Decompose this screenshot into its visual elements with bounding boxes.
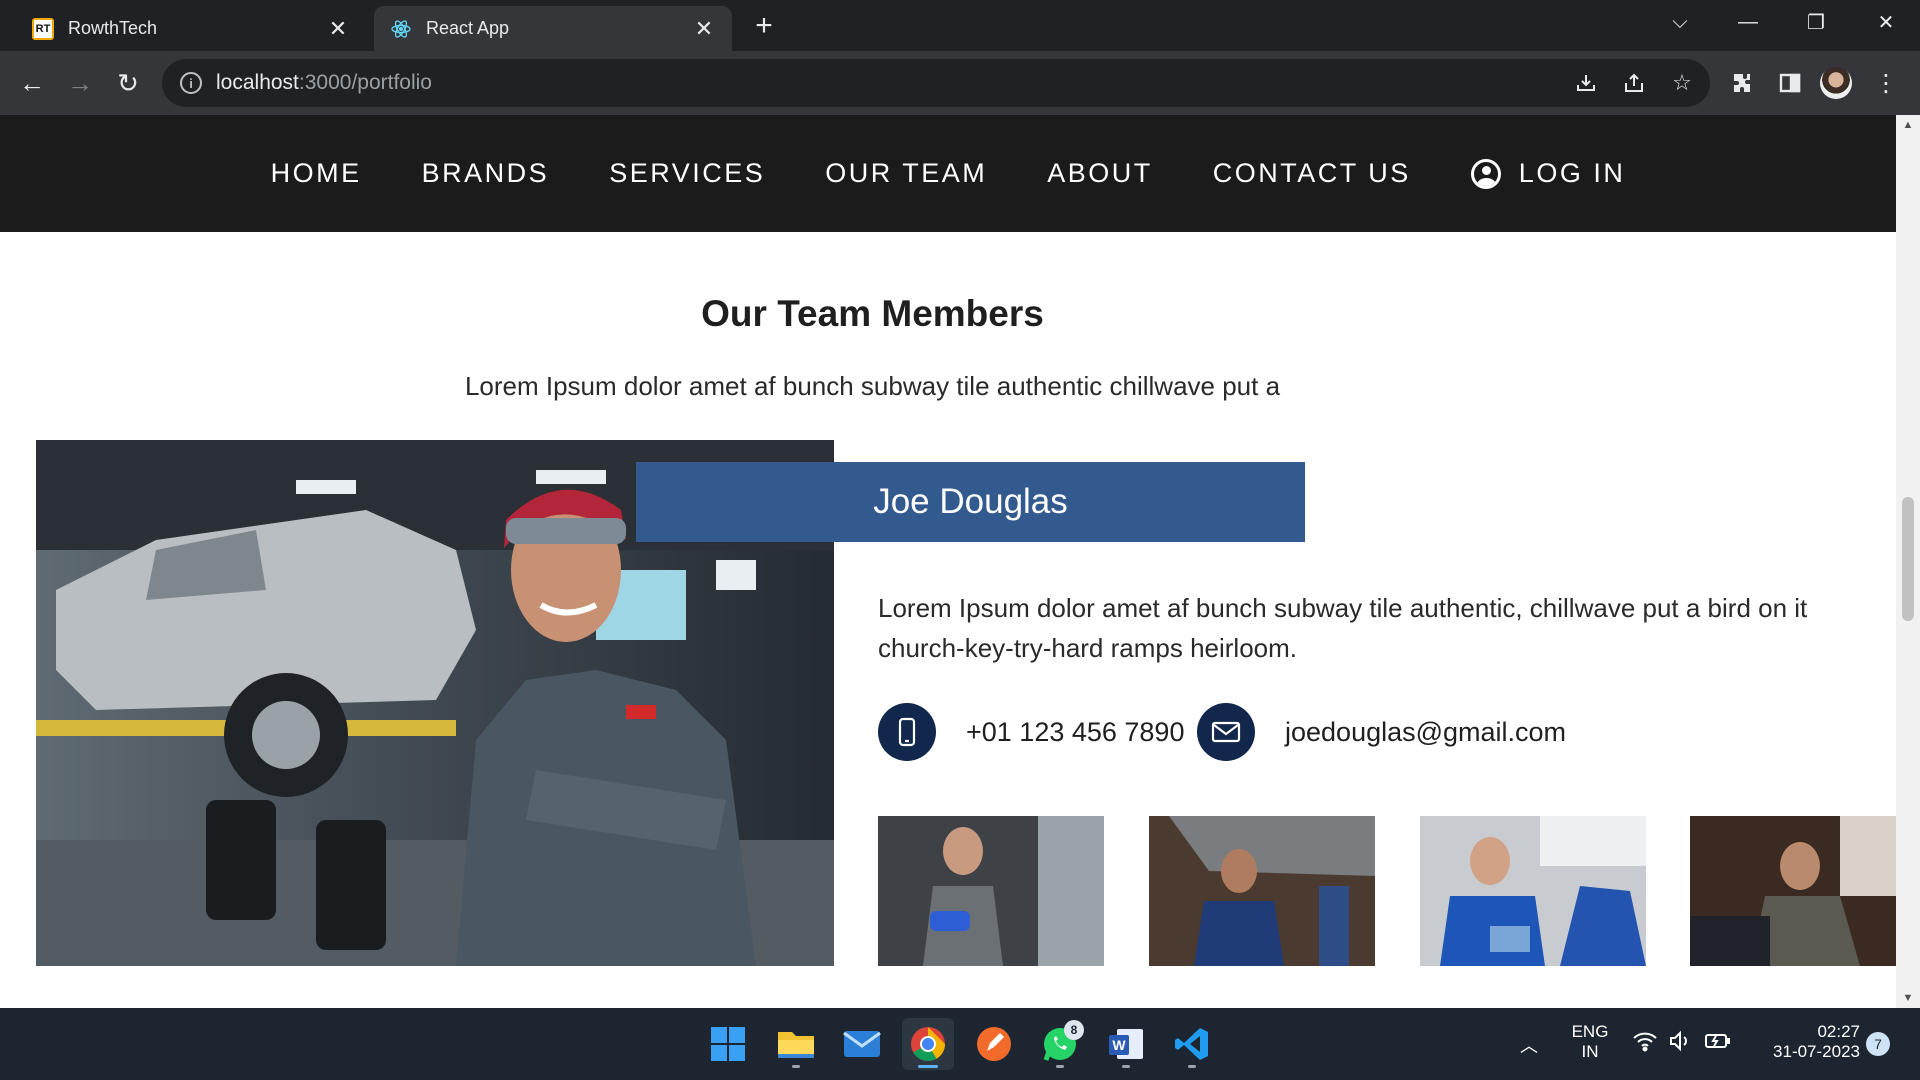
gallery-thumbnail[interactable] xyxy=(1149,816,1375,966)
windows-taskbar: 8 W ︿ ENG IN 02:27 31-07-2023 7 xyxy=(0,1008,1920,1080)
nav-login-label: LOG IN xyxy=(1518,158,1626,188)
browser-toolbar: ← → ↻ i localhost:3000/portfolio ☆ ⋮ xyxy=(0,51,1920,115)
side-panel-icon[interactable] xyxy=(1772,65,1808,101)
volume-icon[interactable] xyxy=(1668,1030,1692,1057)
drawing-app-icon[interactable] xyxy=(968,1018,1020,1070)
site-info-icon[interactable]: i xyxy=(180,72,202,94)
scroll-down-icon[interactable]: ▼ xyxy=(1896,988,1920,1008)
url-host: localhost xyxy=(216,71,299,94)
email-contact[interactable]: joedouglas@gmail.com xyxy=(1197,703,1566,761)
clock-date: 31-07-2023 xyxy=(1773,1042,1860,1061)
scrollbar-thumb[interactable] xyxy=(1902,497,1914,621)
chrome-icon[interactable] xyxy=(902,1018,954,1070)
clock-time: 02:27 xyxy=(1817,1022,1860,1041)
member-name-banner: Joe Douglas xyxy=(636,462,1305,542)
nav-services[interactable]: SERVICES xyxy=(609,158,765,189)
running-indicator xyxy=(1056,1065,1064,1068)
member-phone: +01 123 456 7890 xyxy=(966,716,1185,747)
region-code: IN xyxy=(1581,1042,1599,1061)
gallery-thumbnail[interactable] xyxy=(878,816,1104,966)
tab-react-app[interactable]: React App ✕ xyxy=(374,6,732,51)
nav-about[interactable]: ABOUT xyxy=(1047,158,1153,189)
nav-home[interactable]: HOME xyxy=(271,158,362,189)
back-button[interactable]: ← xyxy=(14,65,50,101)
mobile-phone-icon xyxy=(878,703,936,761)
team-section-subtitle: Lorem Ipsum dolor amet af bunch subway t… xyxy=(464,371,1281,401)
rowthtech-favicon-icon: RT xyxy=(32,17,54,40)
file-explorer-icon[interactable] xyxy=(770,1018,822,1070)
close-window-icon[interactable]: ✕ xyxy=(1856,0,1916,44)
member-email: joedouglas@gmail.com xyxy=(1285,716,1567,747)
battery-charging-icon[interactable] xyxy=(1704,1030,1732,1057)
tab-title: RowthTech xyxy=(68,18,158,38)
tab-search-chevron-icon[interactable]: ⌵ xyxy=(1650,0,1710,44)
install-app-icon[interactable] xyxy=(1572,69,1600,97)
member-bio: Lorem Ipsum dolor amet af bunch subway t… xyxy=(878,593,1808,663)
share-icon[interactable] xyxy=(1620,69,1648,97)
new-tab-button[interactable]: + xyxy=(748,9,780,42)
language-indicator[interactable]: ENG IN xyxy=(1568,1022,1612,1062)
page-scrollbar[interactable]: ▲ ▼ xyxy=(1896,115,1920,1008)
react-icon xyxy=(390,18,412,40)
extensions-puzzle-icon[interactable] xyxy=(1724,65,1760,101)
page-viewport: HOME BRANDS SERVICES OUR TEAM ABOUT CONT… xyxy=(0,115,1896,1008)
vscode-icon[interactable] xyxy=(1166,1018,1218,1070)
address-bar[interactable]: i localhost:3000/portfolio ☆ xyxy=(162,59,1710,107)
bookmark-star-icon[interactable]: ☆ xyxy=(1668,69,1696,97)
phone-contact[interactable]: +01 123 456 7890 xyxy=(878,703,1184,761)
minimize-window-icon[interactable]: — xyxy=(1718,0,1778,44)
envelope-icon xyxy=(1197,703,1255,761)
nav-login[interactable]: LOG IN xyxy=(1470,158,1626,189)
clock[interactable]: 02:27 31-07-2023 xyxy=(1750,1022,1860,1062)
language-code: ENG xyxy=(1571,1022,1609,1041)
start-windows-icon[interactable] xyxy=(702,1018,754,1070)
profile-avatar[interactable] xyxy=(1820,67,1852,99)
mail-icon[interactable] xyxy=(836,1018,888,1070)
whatsapp-unread-badge: 8 xyxy=(1064,1020,1084,1040)
word-icon[interactable]: W xyxy=(1100,1018,1152,1070)
whatsapp-icon[interactable]: 8 xyxy=(1034,1018,1086,1070)
user-circle-icon xyxy=(1470,158,1501,189)
notification-count-badge[interactable]: 7 xyxy=(1866,1032,1890,1056)
forward-button[interactable]: → xyxy=(62,65,98,101)
running-indicator xyxy=(1122,1065,1130,1068)
scroll-up-icon[interactable]: ▲ xyxy=(1896,115,1920,135)
url-path: :3000/portfolio xyxy=(298,71,432,94)
close-tab-icon[interactable]: ✕ xyxy=(326,16,350,41)
gallery-thumbnail[interactable] xyxy=(1420,816,1646,966)
restore-window-icon[interactable]: ❐ xyxy=(1786,0,1846,44)
reload-button[interactable]: ↻ xyxy=(110,65,146,101)
team-section-title: Our Team Members xyxy=(701,293,1044,334)
running-indicator xyxy=(792,1065,800,1068)
running-indicator xyxy=(918,1065,938,1068)
tab-rowthtech[interactable]: RT RowthTech ✕ xyxy=(16,6,366,51)
browser-menu-icon[interactable]: ⋮ xyxy=(1868,65,1904,101)
nav-contact-us[interactable]: CONTACT US xyxy=(1213,158,1411,189)
wifi-icon[interactable] xyxy=(1632,1030,1658,1057)
nav-our-team[interactable]: OUR TEAM xyxy=(825,158,987,189)
show-hidden-icons-chevron-icon[interactable]: ︿ xyxy=(1520,1032,1538,1058)
site-navbar: HOME BRANDS SERVICES OUR TEAM ABOUT CONT… xyxy=(0,115,1896,232)
nav-brands[interactable]: BRANDS xyxy=(422,158,550,189)
svg-text:W: W xyxy=(1112,1037,1126,1053)
browser-tabstrip: RT RowthTech ✕ React App ✕ + ⌵ — ❐ ✕ xyxy=(0,0,1920,51)
running-indicator xyxy=(1188,1065,1196,1068)
close-tab-icon[interactable]: ✕ xyxy=(692,16,716,41)
tab-title: React App xyxy=(426,18,510,38)
gallery-thumbnail[interactable] xyxy=(1690,816,1896,966)
